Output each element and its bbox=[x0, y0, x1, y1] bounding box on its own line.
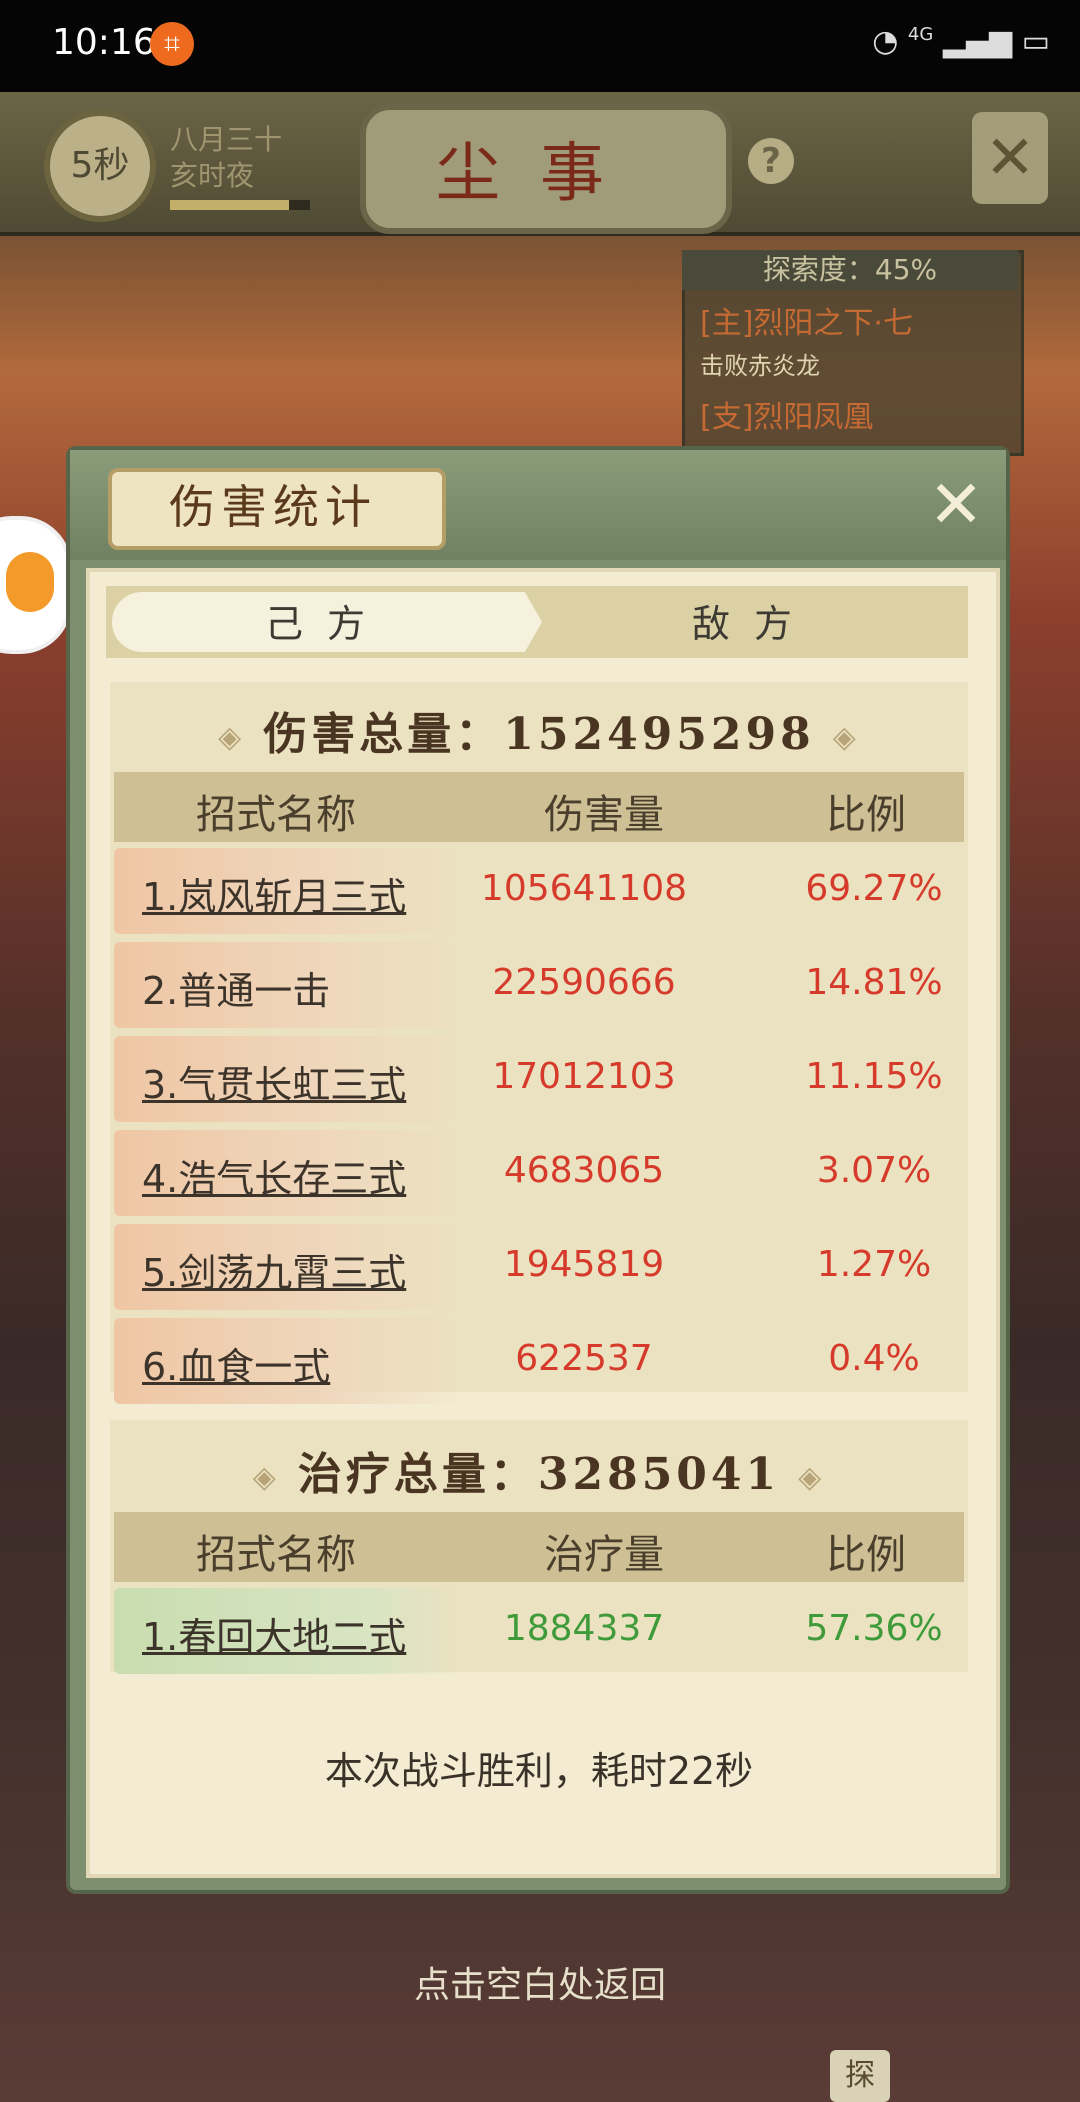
wifi-icon: ◔ bbox=[872, 24, 899, 59]
time-of-day-label: 亥时夜 bbox=[170, 159, 255, 192]
quest-main-objective: 击败赤炎龙 bbox=[700, 352, 820, 380]
battery-icon: ▭ bbox=[1021, 24, 1050, 59]
page-title: 尘事 bbox=[436, 137, 644, 211]
damage-value: 1945819 bbox=[503, 1244, 665, 1285]
time-progress-bar bbox=[170, 200, 310, 210]
diamond-ornament-icon: ◈ bbox=[832, 720, 860, 755]
clock: 10:16 bbox=[52, 22, 156, 63]
diamond-ornament-icon: ◈ bbox=[218, 720, 246, 755]
tab-enemy[interactable]: 敌方 bbox=[544, 596, 964, 652]
damage-ratio: 14.81% bbox=[805, 962, 943, 1003]
quest-side[interactable]: [支]烈阳凤凰 bbox=[700, 392, 873, 436]
skill-name: 2.普通一击 bbox=[142, 969, 331, 1013]
damage-table-header: 招式名称 伤害量 比例 bbox=[114, 772, 964, 842]
healing-total: ◈ 治疗总量：3285041 ◈ bbox=[110, 1438, 968, 1502]
dialog-close-icon[interactable]: ✕ bbox=[924, 470, 988, 540]
skill-name[interactable]: 4.浩气长存三式 bbox=[142, 1148, 406, 1203]
damage-value: 105641108 bbox=[480, 868, 688, 909]
damage-value: 22590666 bbox=[492, 962, 676, 1003]
healing-total-label: 治疗总量：3285041 bbox=[297, 1449, 781, 1500]
header-damage: 伤害量 bbox=[544, 792, 664, 838]
status-bar: 10:16 ⌗ ◔ 4G ▂▄▆ ▭ bbox=[0, 0, 1080, 92]
help-button[interactable]: ? bbox=[748, 138, 794, 184]
skill-name[interactable]: 1.春回大地二式 bbox=[142, 1606, 406, 1661]
network-label: 4G bbox=[907, 24, 934, 45]
damage-value: 17012103 bbox=[492, 1056, 676, 1097]
damage-ratio: 69.27% bbox=[805, 868, 943, 909]
floating-assistant-button[interactable] bbox=[0, 516, 72, 654]
damage-ratio: 3.07% bbox=[816, 1150, 932, 1191]
table-row[interactable]: 1.岚风斩月三式 105641108 69.27% bbox=[114, 848, 964, 934]
damage-value: 4683065 bbox=[503, 1150, 665, 1191]
diamond-ornament-icon: ◈ bbox=[252, 1460, 280, 1495]
quest-main[interactable]: [主]烈阳之下·七 bbox=[700, 298, 913, 342]
table-row[interactable]: 1.春回大地二式 1884337 57.36% bbox=[114, 1588, 964, 1674]
header-skill-name: 招式名称 bbox=[196, 792, 356, 838]
healing-table-header: 招式名称 治疗量 比例 bbox=[114, 1512, 964, 1582]
table-row[interactable]: 4.浩气长存三式 4683065 3.07% bbox=[114, 1130, 964, 1216]
return-hint[interactable]: 点击空白处返回 bbox=[0, 1956, 1080, 2008]
signal-icon: ▂▄▆ bbox=[942, 24, 1013, 59]
damage-total: ◈ 伤害总量：152495298 ◈ bbox=[110, 698, 968, 762]
table-row[interactable]: 3.气贯长虹三式 17012103 11.15% bbox=[114, 1036, 964, 1122]
table-row[interactable]: 6.血食一式 622537 0.4% bbox=[114, 1318, 964, 1404]
explore-progress: 探索度：45% bbox=[682, 250, 1018, 290]
header-healing: 治疗量 bbox=[544, 1532, 664, 1578]
table-row[interactable]: 2.普通一击 22590666 14.81% bbox=[114, 942, 964, 1028]
skill-name[interactable]: 1.岚风斩月三式 bbox=[142, 866, 406, 921]
damage-ratio: 0.4% bbox=[828, 1338, 920, 1379]
close-icon[interactable]: ✕ bbox=[972, 112, 1048, 204]
skill-name[interactable]: 5.剑荡九霄三式 bbox=[142, 1242, 406, 1297]
explore-button[interactable]: 探 bbox=[830, 2050, 890, 2102]
screen-record-icon: ⌗ bbox=[150, 22, 194, 66]
damage-ratio: 11.15% bbox=[805, 1056, 943, 1097]
damage-total-label: 伤害总量：152495298 bbox=[263, 709, 815, 760]
skill-name[interactable]: 6.血食一式 bbox=[142, 1336, 330, 1391]
diamond-ornament-icon: ◈ bbox=[798, 1460, 826, 1495]
table-row[interactable]: 5.剑荡九霄三式 1945819 1.27% bbox=[114, 1224, 964, 1310]
system-icons: ◔ 4G ▂▄▆ ▭ bbox=[872, 24, 1050, 59]
date-label: 八月三十 bbox=[170, 123, 283, 156]
gamepad-icon bbox=[6, 552, 54, 612]
timer-badge: 5秒 bbox=[44, 110, 156, 222]
battle-result: 本次战斗胜利，耗时22秒 bbox=[324, 1749, 754, 1793]
tab-own-label[interactable]: 己方 bbox=[112, 596, 542, 652]
damage-value: 622537 bbox=[515, 1338, 653, 1379]
header-ratio: 比例 bbox=[826, 792, 906, 838]
damage-ratio: 1.27% bbox=[816, 1244, 932, 1285]
header-ratio: 比例 bbox=[826, 1532, 906, 1578]
healing-value: 1884337 bbox=[503, 1608, 665, 1649]
healing-ratio: 57.36% bbox=[805, 1608, 943, 1649]
skill-name[interactable]: 3.气贯长虹三式 bbox=[142, 1054, 406, 1109]
dialog-title: 伤害统计 bbox=[169, 480, 377, 534]
header-skill-name: 招式名称 bbox=[196, 1532, 356, 1578]
